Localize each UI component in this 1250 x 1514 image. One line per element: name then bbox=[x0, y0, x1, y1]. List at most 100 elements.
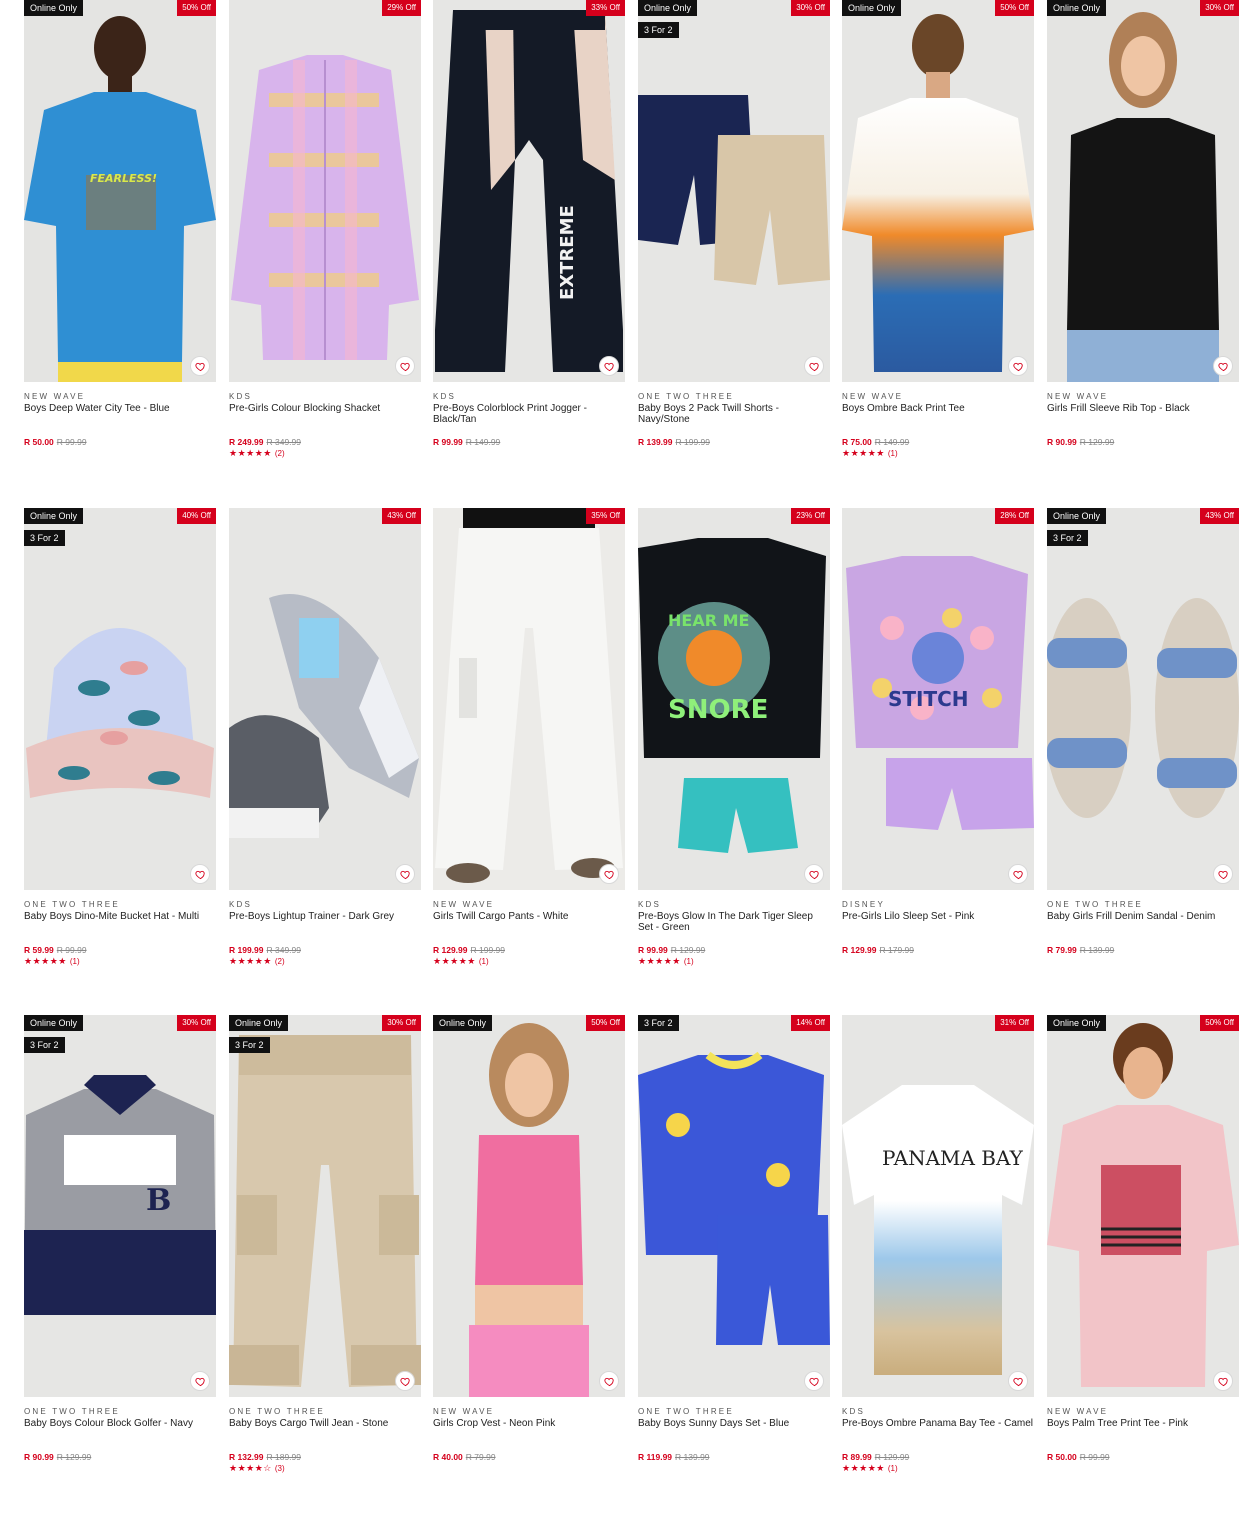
product-name[interactable]: Baby Boys Cargo Twill Jean - Stone bbox=[229, 1418, 421, 1452]
product-card[interactable]: Online Only 50% Off NEW WAVE Girls Crop V… bbox=[433, 1015, 625, 1474]
sale-price: R 89.99 bbox=[842, 1452, 872, 1462]
product-name[interactable]: Boys Palm Tree Print Tee - Pink bbox=[1047, 1418, 1239, 1452]
product-name[interactable]: Boys Ombre Back Print Tee bbox=[842, 403, 1034, 437]
rating-count: (1) bbox=[887, 1464, 898, 1473]
product-image-link[interactable]: Online Only 30% Off bbox=[1047, 0, 1239, 382]
product-card[interactable]: PANAMA BAY 31% Off KDS Pre-Boys Ombre Pa… bbox=[842, 1015, 1034, 1474]
product-image-link[interactable]: 14% Off 3 For 2 bbox=[638, 1015, 830, 1397]
heart-outline-icon bbox=[808, 1377, 819, 1386]
product-image-link[interactable]: PANAMA BAY 31% Off bbox=[842, 1015, 1034, 1397]
heart-outline-icon bbox=[1217, 870, 1228, 879]
product-prices: R 129.99 R 199.99 bbox=[433, 945, 625, 955]
product-card[interactable]: Online Only 40% Off 3 For 2 ONE TWO THREE … bbox=[24, 508, 216, 967]
product-brand: NEW WAVE bbox=[433, 1407, 495, 1416]
product-name[interactable]: Baby Girls Frill Denim Sandal - Denim bbox=[1047, 911, 1239, 945]
sale-price: R 79.99 bbox=[1047, 945, 1077, 955]
product-prices: R 132.99 R 189.99 bbox=[229, 1452, 421, 1462]
product-rating bbox=[433, 1463, 625, 1474]
product-image-link[interactable]: Online Only 50% Off bbox=[842, 0, 1034, 382]
product-name[interactable]: Baby Boys Dino-Mite Bucket Hat - Multi bbox=[24, 911, 216, 945]
product-name[interactable]: Baby Boys 2 Pack Twill Shorts - Navy/Sto… bbox=[638, 403, 830, 437]
product-card[interactable]: FEARLESS! Online Only 50% Off NEW WAVE Bo… bbox=[24, 0, 216, 459]
product-card[interactable]: Online Only 43% Off 3 For 2 ONE TWO THREE … bbox=[1047, 508, 1239, 967]
product-name[interactable]: Pre-Boys Colorblock Print Jogger - Black… bbox=[433, 403, 625, 437]
product-card[interactable]: Online Only 50% Off NEW WAVE Boys Ombre B… bbox=[842, 0, 1034, 459]
wishlist-button[interactable] bbox=[190, 356, 210, 376]
rating-stars: ★★★★☆ bbox=[229, 1463, 272, 1473]
promo-badge: 3 For 2 bbox=[638, 1015, 679, 1031]
product-image-link[interactable]: Online Only 43% Off 3 For 2 bbox=[1047, 508, 1239, 890]
wishlist-button[interactable] bbox=[1008, 356, 1028, 376]
wishlist-button[interactable] bbox=[599, 864, 619, 884]
product-name[interactable]: Girls Twill Cargo Pants - White bbox=[433, 911, 625, 945]
wishlist-button[interactable] bbox=[1213, 356, 1233, 376]
heart-outline-icon bbox=[399, 1377, 410, 1386]
product-image bbox=[229, 0, 421, 382]
wishlist-button[interactable] bbox=[395, 864, 415, 884]
product-image-link[interactable]: Online Only 30% Off 3 For 2 bbox=[229, 1015, 421, 1397]
wishlist-button[interactable] bbox=[1213, 1371, 1233, 1391]
product-prices: R 199.99 R 349.99 bbox=[229, 945, 421, 955]
product-image-link[interactable]: 35% Off bbox=[433, 508, 625, 890]
discount-badge: 33% Off bbox=[586, 0, 625, 16]
product-image-link[interactable]: B Online Only 30% Off 3 For 2 bbox=[24, 1015, 216, 1397]
product-card[interactable]: EXTREME 33% Off KDS Pre-Boys Colorblock … bbox=[433, 0, 625, 459]
discount-badge: 35% Off bbox=[586, 508, 625, 524]
wishlist-button[interactable] bbox=[804, 356, 824, 376]
product-image-link[interactable]: EXTREME 33% Off bbox=[433, 0, 625, 382]
wishlist-button[interactable] bbox=[395, 356, 415, 376]
wishlist-button[interactable] bbox=[190, 864, 210, 884]
product-image-link[interactable]: Online Only 30% Off 3 For 2 bbox=[638, 0, 830, 382]
product-name[interactable]: Baby Boys Sunny Days Set - Blue bbox=[638, 1418, 830, 1452]
product-card[interactable]: 14% Off 3 For 2 ONE TWO THREE Baby Boys S… bbox=[638, 1015, 830, 1474]
product-image-link[interactable]: 29% Off bbox=[229, 0, 421, 382]
product-card[interactable]: Online Only 50% Off NEW WAVE Boys Palm Tr… bbox=[1047, 1015, 1239, 1474]
wishlist-button[interactable] bbox=[1213, 864, 1233, 884]
product-rating: ★★★★★ (2) bbox=[229, 956, 421, 967]
wishlist-button[interactable] bbox=[804, 864, 824, 884]
product-name[interactable]: Girls Frill Sleeve Rib Top - Black bbox=[1047, 403, 1239, 437]
product-image-link[interactable]: STITCH 28% Off bbox=[842, 508, 1034, 890]
product-card[interactable]: STITCH 28% Off DISNEY Pre-Girls Lilo Sle… bbox=[842, 508, 1034, 967]
product-card[interactable]: Online Only 30% Off 3 For 2 ONE TWO THREE … bbox=[229, 1015, 421, 1474]
wishlist-button[interactable] bbox=[190, 1371, 210, 1391]
wishlist-button[interactable] bbox=[1008, 1371, 1028, 1391]
product-card[interactable]: 29% Off KDS Pre-Girls Colour Blocking Sh… bbox=[229, 0, 421, 459]
product-name[interactable]: Boys Deep Water City Tee - Blue bbox=[24, 403, 216, 437]
product-image-link[interactable]: HEAR ME SNORE 23% Off bbox=[638, 508, 830, 890]
wishlist-button[interactable] bbox=[599, 1371, 619, 1391]
product-name[interactable]: Pre-Boys Ombre Panama Bay Tee - Camel bbox=[842, 1418, 1034, 1452]
product-card[interactable]: 35% Off NEW WAVE Girls Twill Cargo Pants… bbox=[433, 508, 625, 967]
wishlist-button[interactable] bbox=[1008, 864, 1028, 884]
product-card[interactable]: Online Only 30% Off NEW WAVE Girls Frill … bbox=[1047, 0, 1239, 459]
product-image-link[interactable]: Online Only 40% Off 3 For 2 bbox=[24, 508, 216, 890]
product-prices: R 40.00 R 79.99 bbox=[433, 1452, 625, 1462]
discount-badge: 50% Off bbox=[1200, 1015, 1239, 1031]
product-image-link[interactable]: 43% Off bbox=[229, 508, 421, 890]
wishlist-button[interactable] bbox=[599, 356, 619, 376]
product-name[interactable]: Girls Crop Vest - Neon Pink bbox=[433, 1418, 625, 1452]
heart-outline-icon bbox=[1217, 362, 1228, 371]
product-image-link[interactable]: Online Only 50% Off bbox=[1047, 1015, 1239, 1397]
product-image: EXTREME bbox=[433, 0, 625, 382]
product-name[interactable]: Pre-Boys Lightup Trainer - Dark Grey bbox=[229, 911, 421, 945]
product-name[interactable]: Pre-Girls Colour Blocking Shacket bbox=[229, 403, 421, 437]
wishlist-button[interactable] bbox=[804, 1371, 824, 1391]
product-card[interactable]: Online Only 30% Off 3 For 2 ONE TWO THREE … bbox=[638, 0, 830, 459]
product-rating: ★★★★☆ (3) bbox=[229, 1463, 421, 1474]
original-price: R 129.99 bbox=[56, 1452, 92, 1462]
product-brand: ONE TWO THREE bbox=[24, 1407, 120, 1416]
product-name[interactable]: Baby Boys Colour Block Golfer - Navy bbox=[24, 1418, 216, 1452]
product-image-link[interactable]: FEARLESS! Online Only 50% Off bbox=[24, 0, 216, 382]
product-card[interactable]: 43% Off KDS Pre-Boys Lightup Trainer - D… bbox=[229, 508, 421, 967]
wishlist-button[interactable] bbox=[395, 1371, 415, 1391]
product-name[interactable]: Pre-Boys Glow In The Dark Tiger Sleep Se… bbox=[638, 911, 830, 945]
rating-stars: ★★★★★ bbox=[842, 1463, 885, 1473]
product-name[interactable]: Pre-Girls Lilo Sleep Set - Pink bbox=[842, 911, 1034, 945]
promo-badge: 3 For 2 bbox=[638, 22, 679, 38]
product-card[interactable]: B Online Only 30% Off 3 For 2 ONE TWO THRE… bbox=[24, 1015, 216, 1474]
original-price: R 99.99 bbox=[56, 437, 87, 447]
product-image-link[interactable]: Online Only 50% Off bbox=[433, 1015, 625, 1397]
original-price: R 79.99 bbox=[465, 1452, 496, 1462]
product-card[interactable]: HEAR ME SNORE 23% Off KDS Pre-Boys Glow … bbox=[638, 508, 830, 967]
